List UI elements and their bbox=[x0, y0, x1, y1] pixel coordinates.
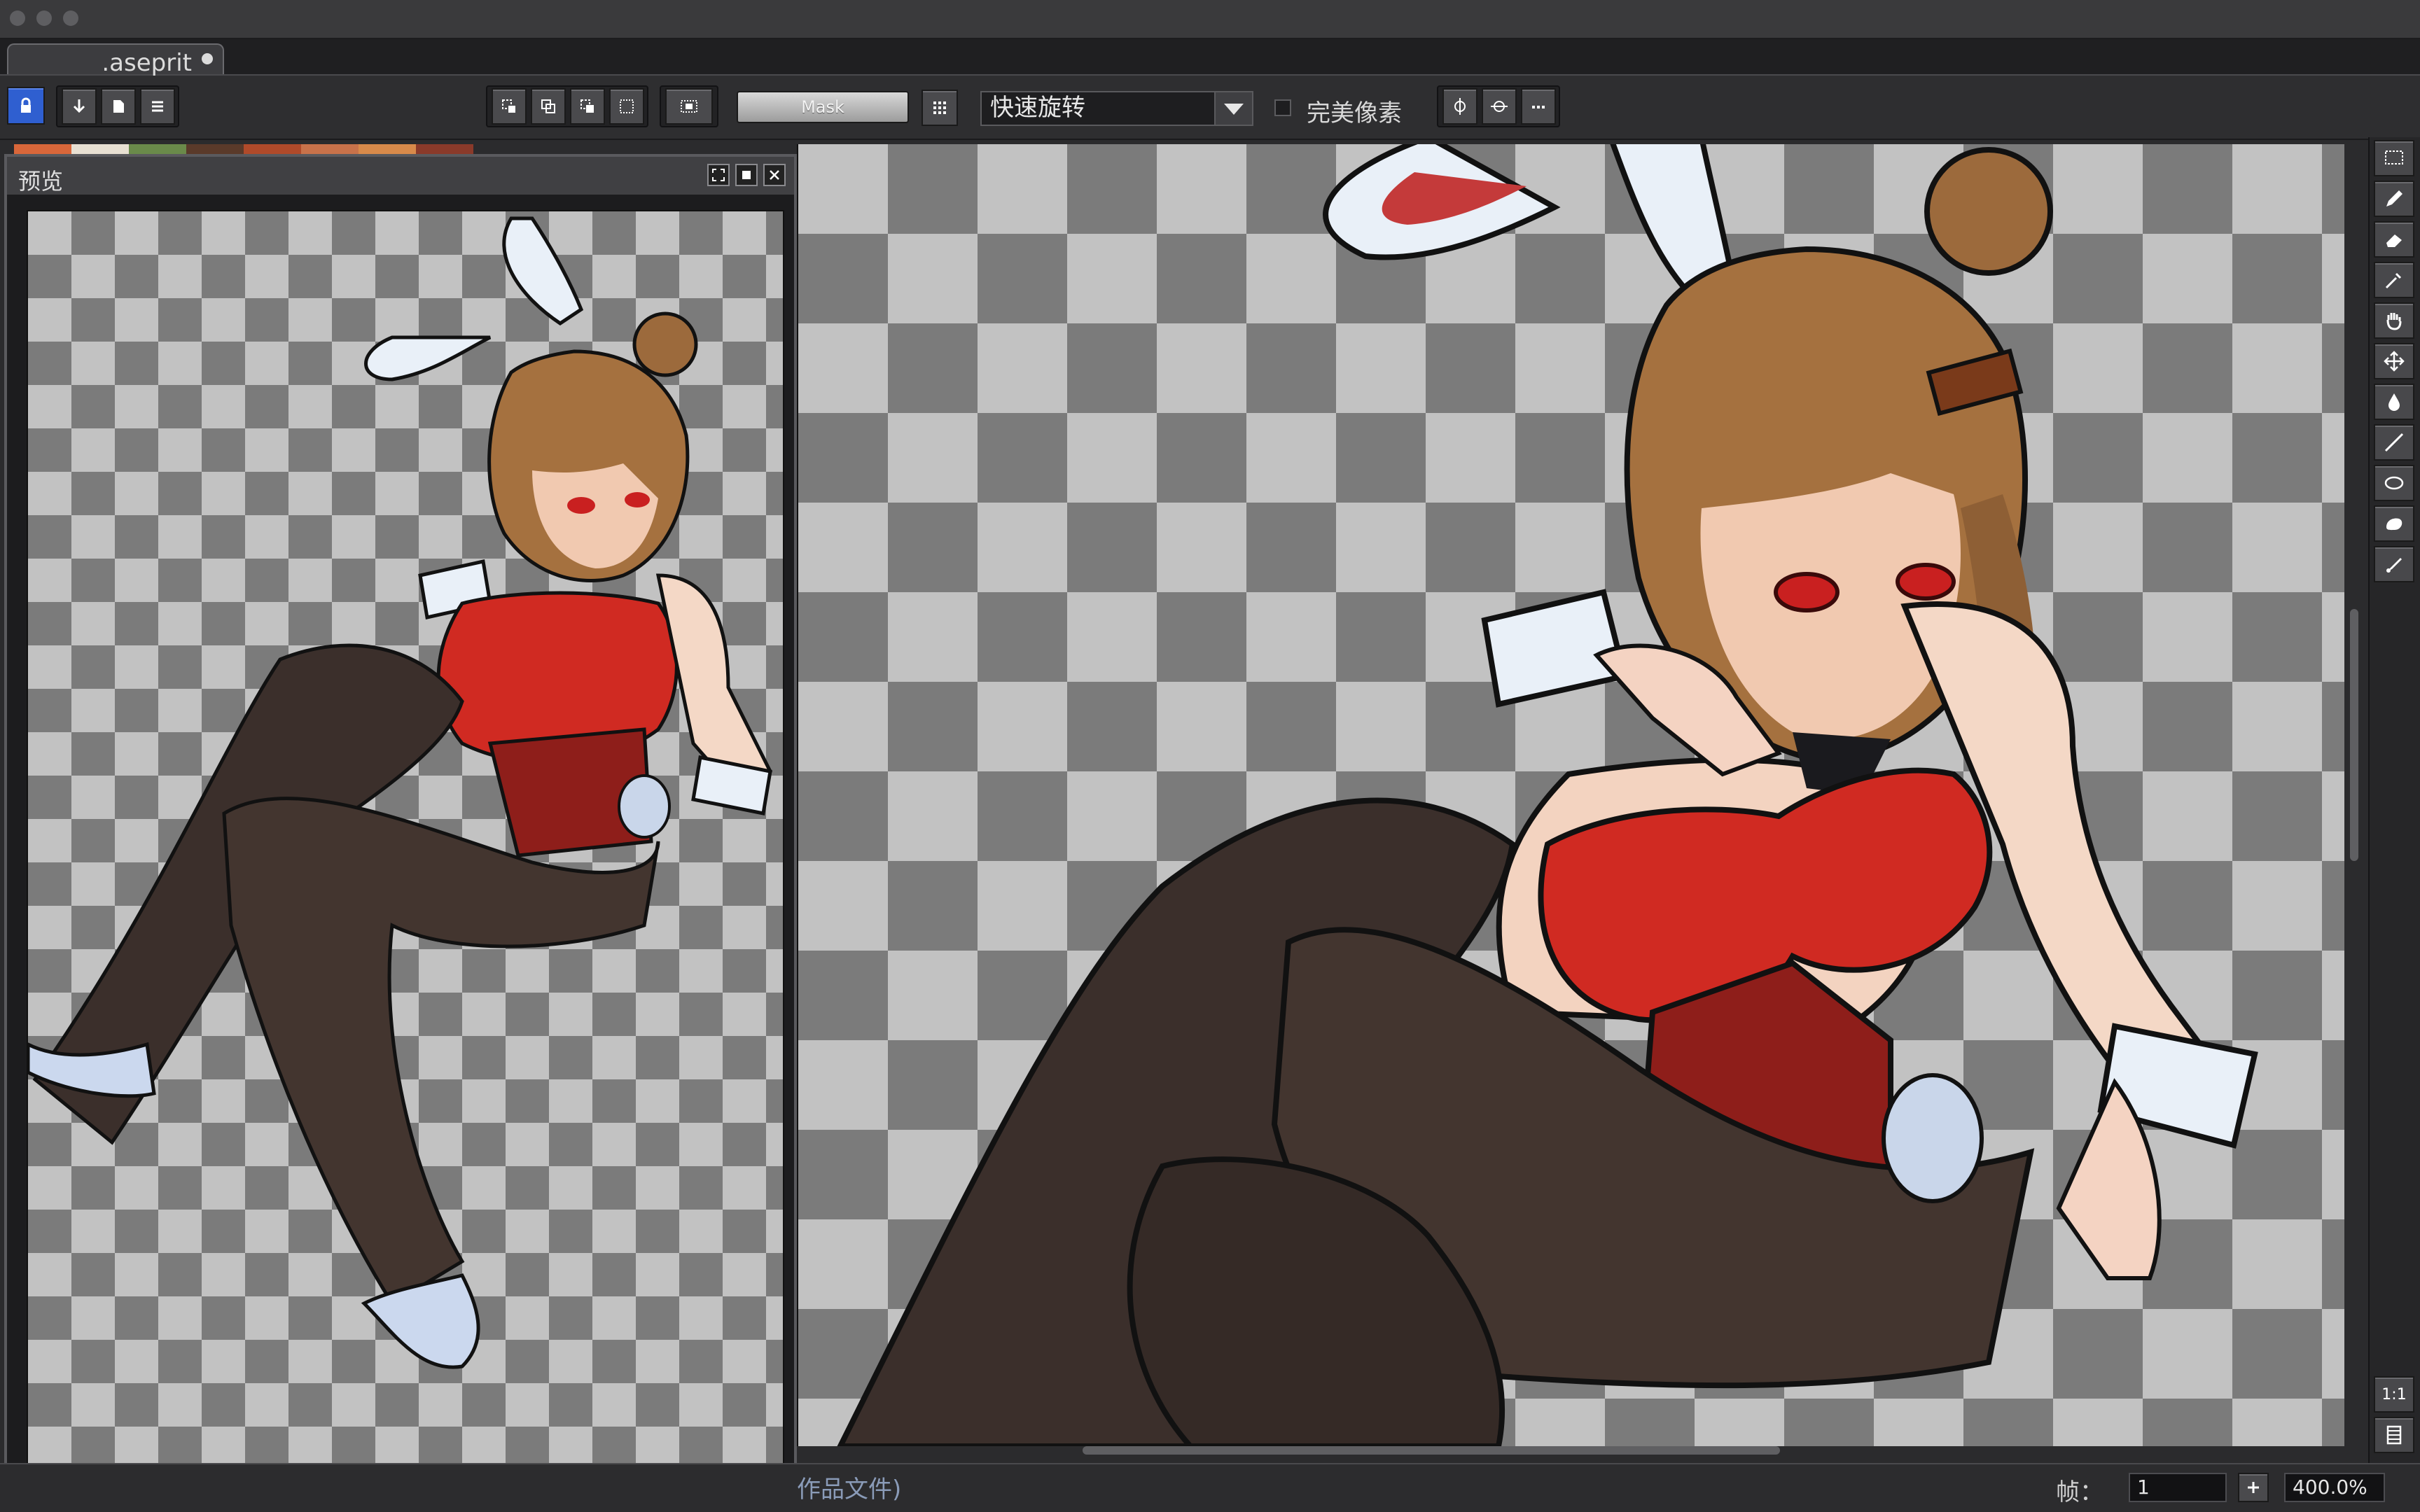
subtract-selection-button[interactable] bbox=[570, 88, 605, 125]
pencil-icon bbox=[2386, 190, 2402, 206]
lock-button[interactable] bbox=[7, 87, 45, 125]
rotation-algorithm-select[interactable]: 快速旋转 bbox=[980, 91, 1253, 126]
dotted-frame-icon bbox=[681, 100, 697, 113]
selection-subtract-icon bbox=[580, 99, 594, 113]
pencil-tool[interactable] bbox=[2374, 181, 2414, 217]
pivot-button[interactable] bbox=[922, 90, 958, 126]
document-tab-strip: .aseprit bbox=[0, 39, 2420, 77]
lock-icon bbox=[21, 97, 31, 113]
pixel-perfect-label: 完美像素 bbox=[1307, 99, 1402, 127]
status-message: 作品文件) bbox=[797, 1476, 902, 1504]
preview-titlebar[interactable]: 预览 bbox=[7, 157, 794, 195]
arrow-down-icon bbox=[73, 99, 85, 113]
ellipse-icon bbox=[2384, 476, 2404, 490]
marquee-icon bbox=[2385, 150, 2403, 164]
ellipse-tool[interactable] bbox=[2374, 465, 2414, 501]
menu-icon bbox=[152, 101, 163, 112]
preview-canvas[interactable] bbox=[27, 210, 784, 1484]
page-icon bbox=[113, 100, 124, 113]
vertical-symmetry-button[interactable] bbox=[1442, 88, 1477, 125]
eraser-tool[interactable] bbox=[2374, 221, 2414, 258]
horizontal-symmetry-icon bbox=[1491, 101, 1508, 112]
move-down-button[interactable] bbox=[62, 88, 97, 125]
eraser-icon bbox=[2386, 234, 2402, 247]
sprite-artwork-preview bbox=[28, 216, 773, 1369]
square-icon bbox=[742, 171, 751, 179]
close-icon bbox=[770, 170, 779, 180]
vertical-symmetry-icon bbox=[1454, 98, 1466, 115]
preview-center-button[interactable] bbox=[735, 164, 758, 186]
contour-tool[interactable] bbox=[2374, 505, 2414, 542]
horizontal-scrollbar[interactable] bbox=[1083, 1446, 1780, 1455]
horizontal-symmetry-button[interactable] bbox=[1482, 88, 1517, 125]
film-icon bbox=[2386, 1425, 2402, 1445]
add-selection-button[interactable] bbox=[531, 88, 566, 125]
hand-icon bbox=[2386, 313, 2402, 330]
intersect-selection-button[interactable] bbox=[609, 88, 644, 125]
layer-menu-button[interactable] bbox=[140, 88, 175, 125]
ellipsis-icon bbox=[1532, 106, 1545, 108]
hand-tool[interactable] bbox=[2374, 302, 2414, 339]
unsaved-dot-icon bbox=[202, 53, 213, 64]
minimize-window-button[interactable] bbox=[36, 10, 52, 26]
eyedropper-icon bbox=[2385, 272, 2402, 289]
close-window-button[interactable] bbox=[10, 10, 25, 26]
blur-tool[interactable] bbox=[2374, 546, 2414, 582]
mask-slider[interactable]: Mask bbox=[737, 91, 909, 123]
zoom-1-1-button[interactable]: 1:1 bbox=[2374, 1376, 2414, 1413]
selection-intersect-icon bbox=[620, 99, 634, 113]
zoom-1-1-label: 1:1 bbox=[2381, 1385, 2407, 1404]
preview-fit-button[interactable] bbox=[707, 164, 730, 186]
move-icon bbox=[2384, 351, 2405, 372]
eyedropper-tool[interactable] bbox=[2374, 262, 2414, 298]
chevron-down-icon[interactable] bbox=[1214, 92, 1252, 125]
new-layer-button[interactable] bbox=[101, 88, 136, 125]
pixel-perfect-checkbox[interactable] bbox=[1274, 99, 1291, 116]
frame-label: 帧： bbox=[2056, 1478, 2103, 1506]
document-tab-name: .aseprit bbox=[102, 49, 192, 77]
sprite-artwork-main bbox=[837, 144, 2258, 1446]
replace-selection-button[interactable] bbox=[492, 88, 527, 125]
vertical-scrollbar[interactable] bbox=[2350, 609, 2358, 861]
document-tab[interactable]: .aseprit bbox=[7, 43, 224, 77]
mask-slider-label: Mask bbox=[801, 97, 844, 117]
drop-icon bbox=[2388, 393, 2400, 411]
preview-window: 预览 bbox=[4, 154, 797, 1498]
expand-icon bbox=[712, 169, 725, 181]
selection-add-icon bbox=[541, 99, 555, 113]
timeline-toggle-button[interactable] bbox=[2374, 1417, 2414, 1453]
tools-sidebar: 1:1 bbox=[2368, 137, 2420, 1511]
main-canvas[interactable] bbox=[797, 144, 2344, 1446]
blob-icon bbox=[2386, 518, 2402, 531]
zoom-input[interactable]: 400.0% bbox=[2284, 1473, 2385, 1502]
line-icon bbox=[2384, 433, 2404, 452]
add-frame-button[interactable] bbox=[2238, 1473, 2269, 1502]
preview-close-button[interactable] bbox=[763, 164, 786, 186]
grid-dots-icon bbox=[933, 102, 946, 114]
selection-replace-icon bbox=[502, 99, 515, 113]
brush-icon bbox=[2386, 558, 2402, 573]
maximize-window-button[interactable] bbox=[63, 10, 78, 26]
selection-tool[interactable] bbox=[2374, 140, 2414, 176]
more-options-button[interactable] bbox=[1521, 88, 1556, 125]
rotation-algorithm-value: 快速旋转 bbox=[990, 94, 1085, 122]
plus-icon bbox=[2248, 1482, 2259, 1493]
line-tool[interactable] bbox=[2374, 424, 2414, 461]
frame-input[interactable]: 1 bbox=[2129, 1473, 2227, 1502]
move-tool[interactable] bbox=[2374, 343, 2414, 379]
window-titlebar bbox=[0, 0, 2420, 39]
fill-tool[interactable] bbox=[2374, 384, 2414, 420]
transparent-color-button[interactable] bbox=[665, 88, 713, 125]
preview-title: 预览 bbox=[18, 168, 64, 195]
